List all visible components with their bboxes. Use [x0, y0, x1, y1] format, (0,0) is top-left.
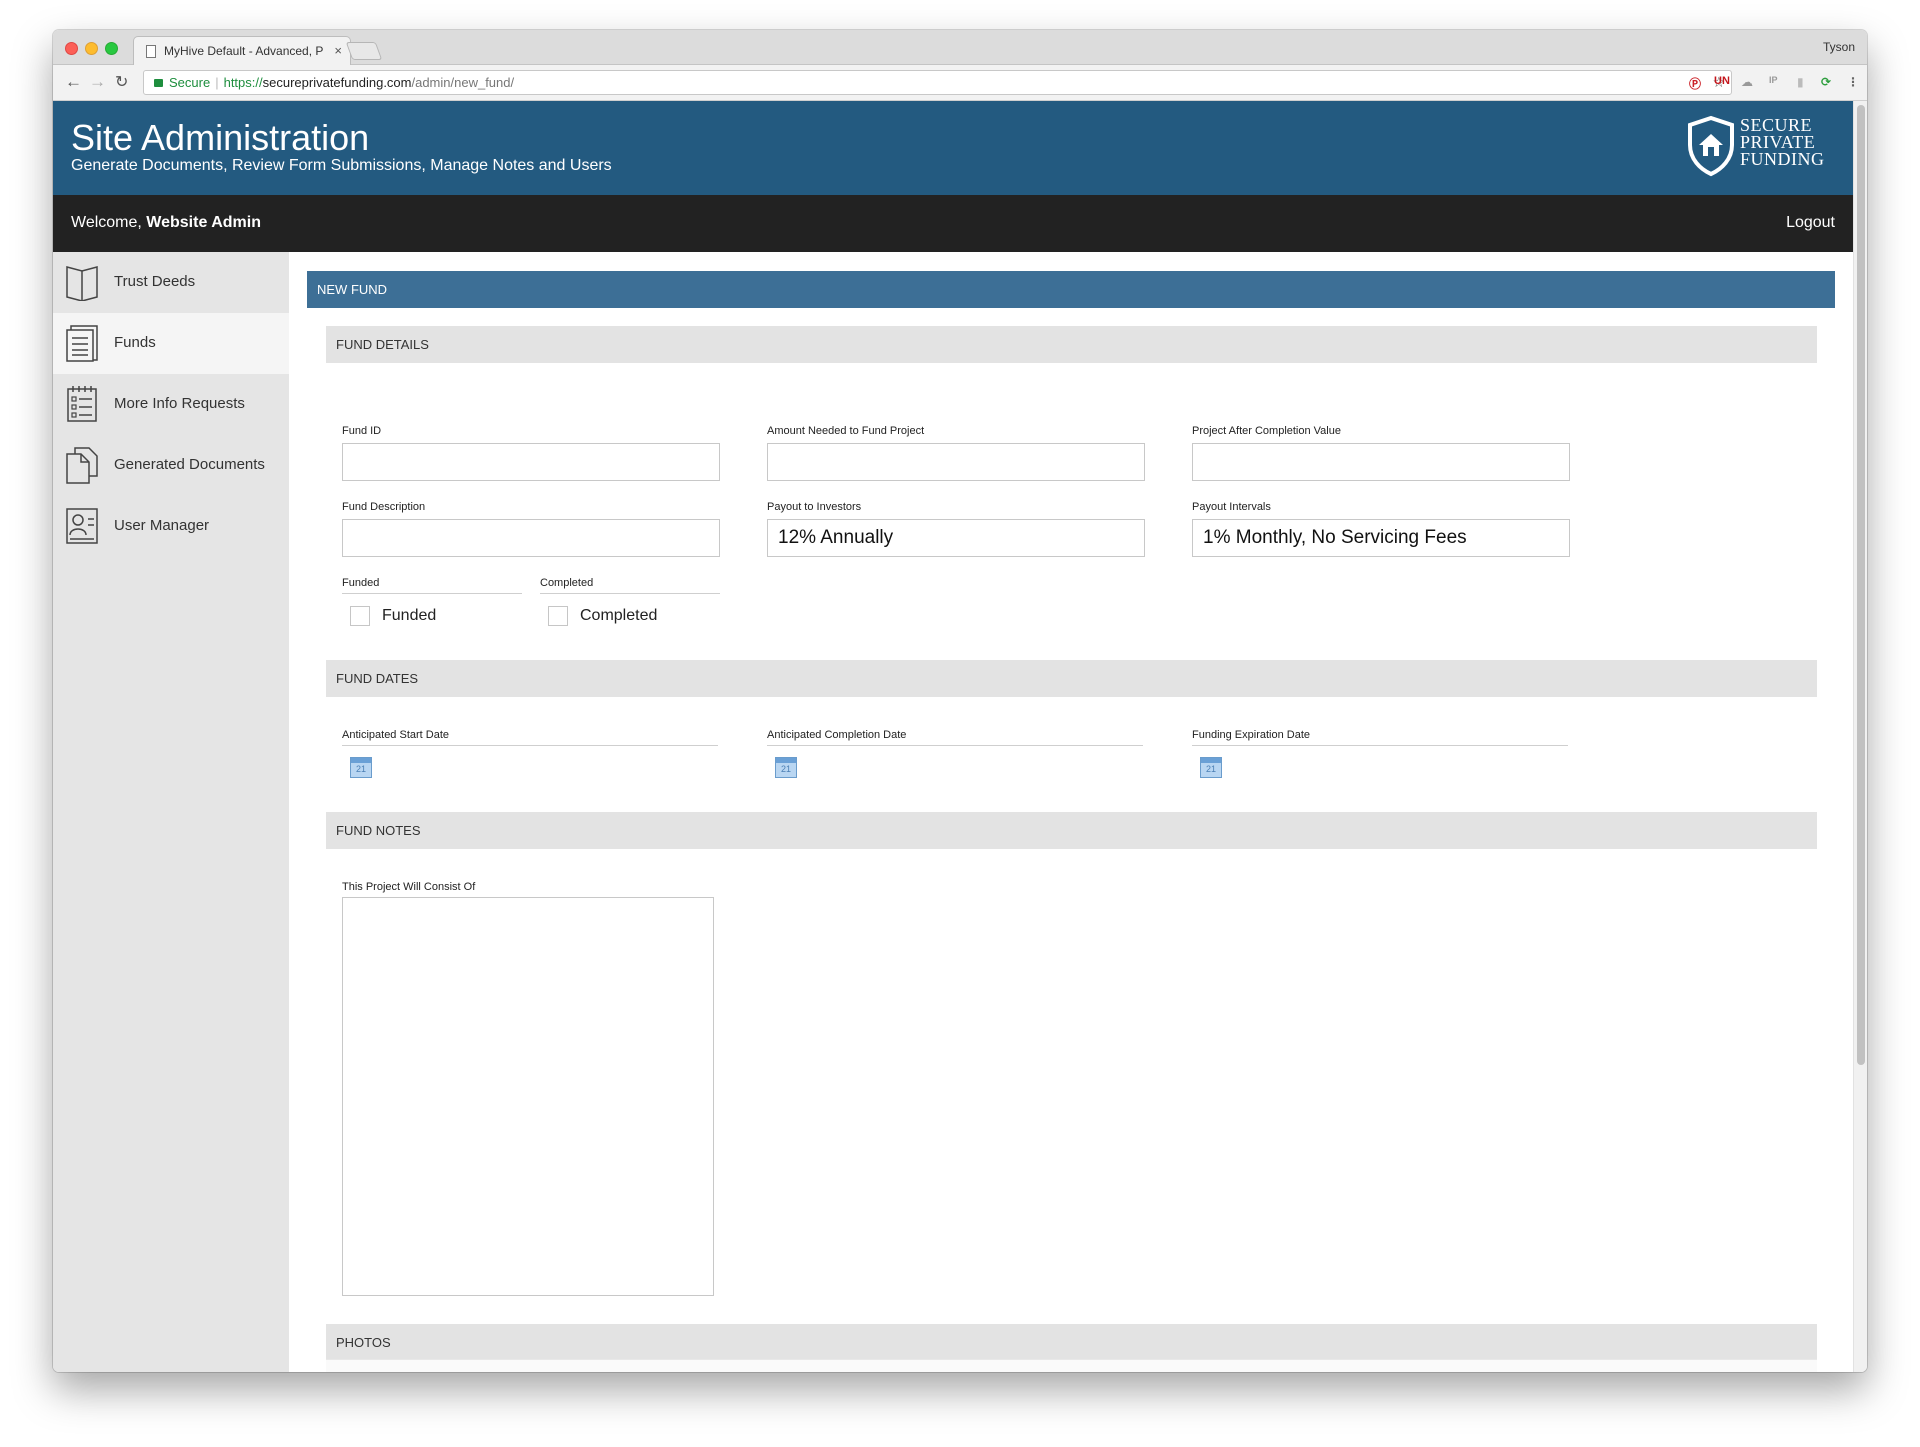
user-card-icon: [66, 508, 98, 544]
completion-value-label: Project After Completion Value: [1192, 425, 1341, 437]
lock-icon: [154, 79, 163, 87]
project-consist-label: This Project Will Consist Of: [342, 881, 476, 893]
close-window-button[interactable]: [65, 42, 78, 55]
secure-label: Secure: [169, 75, 211, 90]
completion-date-divider: [767, 745, 1143, 746]
menu-dots-icon[interactable]: ⋮: [1847, 75, 1859, 89]
funded-checkbox-label[interactable]: Funded: [382, 607, 436, 625]
sidebar-item-label: User Manager: [114, 517, 210, 534]
completed-checkbox-label[interactable]: Completed: [580, 607, 657, 625]
panel-title: NEW FUND: [307, 271, 1835, 308]
url-scheme: https://: [223, 75, 263, 90]
page-scrollbar[interactable]: [1853, 101, 1867, 1372]
site-subtitle: Generate Documents, Review Form Submissi…: [71, 157, 612, 174]
sidebar-item-label: Generated Documents: [114, 456, 265, 473]
sidebar-item-label: Funds: [114, 334, 156, 351]
shield-house-icon: [1688, 115, 1734, 177]
lock-ext-icon[interactable]: ▮: [1797, 75, 1804, 89]
site-title: Site Administration: [71, 117, 370, 158]
section-photos: PHOTOS: [326, 1324, 1817, 1361]
funded-group-divider: [342, 593, 522, 594]
document-list-icon: [66, 325, 98, 362]
sidebar-item-trust-deeds[interactable]: Trust Deeds: [53, 252, 289, 313]
checklist-icon: [67, 386, 97, 422]
site-logo[interactable]: SECURE PRIVATE FUNDING: [1686, 115, 1836, 179]
payout-intervals-label: Payout Intervals: [1192, 501, 1271, 513]
expiration-date-calendar-icon[interactable]: 21: [1200, 757, 1222, 778]
maximize-window-button[interactable]: [105, 42, 118, 55]
tab-title: MyHive Default - Advanced, P: [164, 44, 324, 58]
amount-needed-input[interactable]: [767, 443, 1145, 481]
sidebar-item-more-info-requests[interactable]: More Info Requests: [53, 374, 289, 435]
sidebar: Trust Deeds Funds More Info Requests Gen…: [53, 252, 289, 1372]
completion-date-calendar-icon[interactable]: 21: [775, 757, 797, 778]
logo-text: SECURE PRIVATE FUNDING: [1740, 116, 1825, 169]
completion-date-label: Anticipated Completion Date: [767, 729, 907, 741]
start-date-divider: [342, 745, 718, 746]
start-date-calendar-icon[interactable]: 21: [350, 757, 372, 778]
payout-investors-input[interactable]: 12% Annually: [767, 519, 1145, 557]
url-host: secureprivatefunding.com: [262, 75, 412, 90]
payout-intervals-input[interactable]: 1% Monthly, No Servicing Fees: [1192, 519, 1570, 557]
new-tab-button[interactable]: [345, 42, 383, 60]
page-icon: [146, 45, 156, 58]
amount-needed-label: Amount Needed to Fund Project: [767, 425, 925, 437]
address-bar[interactable]: Secure | https://secureprivatefunding.com/…: [143, 70, 1732, 95]
section-fund-dates: FUND DATES: [326, 660, 1817, 697]
completed-group-label: Completed: [540, 577, 594, 589]
browser-tab[interactable]: MyHive Default - Advanced, P ×: [133, 36, 351, 66]
funded-group-label: Funded: [342, 577, 380, 589]
scrollbar-thumb[interactable]: [1857, 105, 1865, 1065]
section-fund-details: FUND DETAILS: [326, 326, 1817, 363]
expiration-date-divider: [1192, 745, 1568, 746]
completion-value-input[interactable]: [1192, 443, 1570, 481]
completed-checkbox[interactable]: [548, 606, 568, 626]
welcome-message: Welcome, Website Admin: [71, 214, 261, 232]
tab-strip: MyHive Default - Advanced, P × Tyson: [53, 30, 1867, 66]
refresh-ext-icon[interactable]: ⟳: [1821, 75, 1831, 89]
welcome-bar: Welcome, Website Admin Logout: [53, 195, 1853, 252]
pinterest-icon[interactable]: Ⓟ: [1689, 75, 1701, 92]
main-content: NEW FUND FUND DETAILS Fund ID Amount Nee…: [289, 252, 1853, 1372]
start-date-label: Anticipated Start Date: [342, 729, 450, 741]
sidebar-item-label: More Info Requests: [114, 395, 245, 412]
user-name: Website Admin: [146, 214, 261, 231]
minimize-window-button[interactable]: [85, 42, 98, 55]
back-arrow-icon[interactable]: ←: [65, 72, 82, 92]
fund-id-input[interactable]: [342, 443, 720, 481]
url-path: /admin/new_fund/: [411, 75, 515, 90]
logout-link[interactable]: Logout: [1786, 214, 1835, 232]
profile-name[interactable]: Tyson: [1823, 40, 1855, 54]
sidebar-item-generated-documents[interactable]: Generated Documents: [53, 435, 289, 496]
sidebar-item-funds[interactable]: Funds: [53, 313, 289, 374]
tab-close-icon[interactable]: ×: [334, 37, 342, 65]
fund-description-label: Fund Description: [342, 501, 426, 513]
sidebar-item-label: Trust Deeds: [114, 273, 196, 290]
site-header: Site Administration Generate Documents, …: [53, 101, 1853, 195]
forward-arrow-icon[interactable]: →: [89, 72, 106, 92]
welcome-prefix: Welcome,: [71, 214, 147, 231]
ip-icon[interactable]: IP: [1769, 75, 1778, 85]
fund-description-input[interactable]: [342, 519, 720, 557]
browser-toolbar: ← → ↻ Secure | https://secureprivatefundin…: [53, 65, 1867, 101]
cloud-icon[interactable]: ☁: [1741, 75, 1753, 89]
section-fund-notes: FUND NOTES: [326, 812, 1817, 849]
reload-icon[interactable]: ↻: [115, 72, 128, 92]
sidebar-item-user-manager[interactable]: User Manager: [53, 496, 289, 557]
browser-window: MyHive Default - Advanced, P × Tyson ← →…: [53, 30, 1867, 1372]
book-icon: [66, 266, 98, 301]
expiration-date-label: Funding Expiration Date: [1192, 729, 1311, 741]
fund-id-label: Fund ID: [342, 425, 382, 437]
funded-checkbox[interactable]: [350, 606, 370, 626]
project-consist-textarea[interactable]: [342, 897, 714, 1296]
logo-line-funding: FUNDING: [1740, 149, 1825, 169]
payout-investors-label: Payout to Investors: [767, 501, 862, 513]
photos-content-edge: [326, 1359, 1817, 1372]
completed-group-divider: [540, 593, 720, 594]
url-separator: |: [215, 75, 219, 90]
un-icon[interactable]: UN: [1714, 75, 1730, 87]
documents-icon: [66, 447, 98, 484]
